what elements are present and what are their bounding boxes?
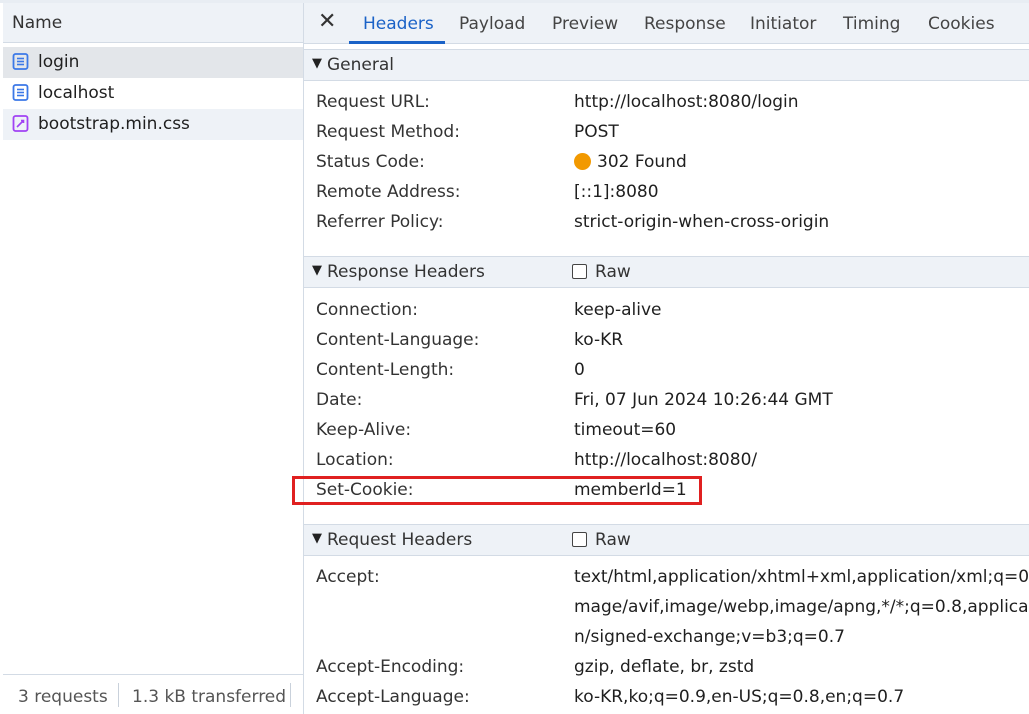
divider <box>118 683 119 707</box>
status-dot-icon <box>574 153 591 170</box>
header-value: n/signed-exchange;v=b3;q=0.7 <box>574 627 845 647</box>
request-name: login <box>38 52 80 72</box>
status-text: 302 Found <box>597 152 687 172</box>
request-details-pane: ✕ Headers Payload Preview Response Initi… <box>304 3 1029 714</box>
header-value: text/html,application/xhtml+xml,applicat… <box>574 567 1029 587</box>
tab-initiator[interactable]: Initiator <box>750 14 816 34</box>
tab-cookies[interactable]: Cookies <box>928 14 995 34</box>
document-icon <box>12 53 29 70</box>
section-title: General <box>327 55 394 75</box>
tab-preview[interactable]: Preview <box>552 14 618 34</box>
header-key: Accept: <box>316 567 380 587</box>
request-list-pane: Name login localhost bootstrap.min.css 3… <box>3 3 304 714</box>
header-value: keep-alive <box>574 300 662 320</box>
close-icon[interactable]: ✕ <box>318 9 336 34</box>
request-name: localhost <box>38 83 115 103</box>
request-headers-section-header[interactable]: ▼ Request Headers Raw <box>304 524 1029 556</box>
request-name: bootstrap.min.css <box>38 114 190 134</box>
header-key: Content-Language: <box>316 330 480 350</box>
section-title: Response Headers <box>327 262 485 282</box>
header-value: POST <box>574 122 619 142</box>
header-value: timeout=60 <box>574 420 677 440</box>
header-key: Connection: <box>316 300 418 320</box>
collapse-triangle-icon: ▼ <box>312 531 322 546</box>
general-section-header[interactable]: ▼ General <box>304 49 1029 81</box>
header-value: http://localhost:8080/login <box>574 92 799 112</box>
tab-response[interactable]: Response <box>644 14 726 34</box>
header-value: ko-KR <box>574 330 624 350</box>
raw-label[interactable]: Raw <box>595 530 631 550</box>
document-icon <box>12 84 29 101</box>
request-count: 3 requests <box>18 687 108 707</box>
header-value: [::1]:8080 <box>574 182 659 202</box>
status-code-value: 302 Found <box>574 152 687 172</box>
header-key: Request Method: <box>316 122 460 142</box>
header-key: Request URL: <box>316 92 430 112</box>
header-value: gzip, deflate, br, zstd <box>574 657 755 677</box>
request-row-bootstrap[interactable]: bootstrap.min.css <box>3 109 303 140</box>
tab-timing[interactable]: Timing <box>843 14 900 34</box>
header-value: http://localhost:8080/ <box>574 450 758 470</box>
header-key: Accept-Language: <box>316 687 470 707</box>
header-key: Location: <box>316 450 394 470</box>
header-value: ko-KR,ko;q=0.9,en-US;q=0.8,en;q=0.7 <box>574 687 905 707</box>
name-column-label: Name <box>12 13 63 33</box>
divider <box>290 683 291 707</box>
tab-headers[interactable]: Headers <box>363 14 434 34</box>
header-value: strict-origin-when-cross-origin <box>574 212 830 232</box>
header-key: Keep-Alive: <box>316 420 412 440</box>
header-key: Content-Length: <box>316 360 455 380</box>
header-key: Referrer Policy: <box>316 212 444 232</box>
header-value: Fri, 07 Jun 2024 10:26:44 GMT <box>574 390 833 410</box>
name-column-header[interactable]: Name <box>3 3 303 43</box>
transferred-size: 1.3 kB transferred <box>132 687 287 707</box>
response-headers-section-header[interactable]: ▼ Response Headers Raw <box>304 256 1029 288</box>
collapse-triangle-icon: ▼ <box>312 263 322 278</box>
collapse-triangle-icon: ▼ <box>312 56 322 71</box>
header-key: Date: <box>316 390 363 410</box>
highlight-box <box>292 476 702 505</box>
status-bar: 3 requests 1.3 kB transferred <box>3 674 303 714</box>
tab-payload[interactable]: Payload <box>459 14 525 34</box>
header-value: 0 <box>574 360 585 380</box>
section-title: Request Headers <box>327 530 473 550</box>
stylesheet-icon <box>12 115 29 132</box>
raw-checkbox[interactable] <box>572 532 587 547</box>
header-key: Accept-Encoding: <box>316 657 465 677</box>
header-key: Status Code: <box>316 152 425 172</box>
details-tab-bar: ✕ Headers Payload Preview Response Initi… <box>304 3 1029 44</box>
request-row-login[interactable]: login <box>3 47 303 78</box>
header-key: Remote Address: <box>316 182 461 202</box>
raw-label[interactable]: Raw <box>595 262 631 282</box>
raw-checkbox[interactable] <box>572 264 587 279</box>
header-value: mage/avif,image/webp,image/apng,*/*;q=0.… <box>574 597 1029 617</box>
request-row-localhost[interactable]: localhost <box>3 78 303 109</box>
active-tab-indicator <box>349 41 445 44</box>
